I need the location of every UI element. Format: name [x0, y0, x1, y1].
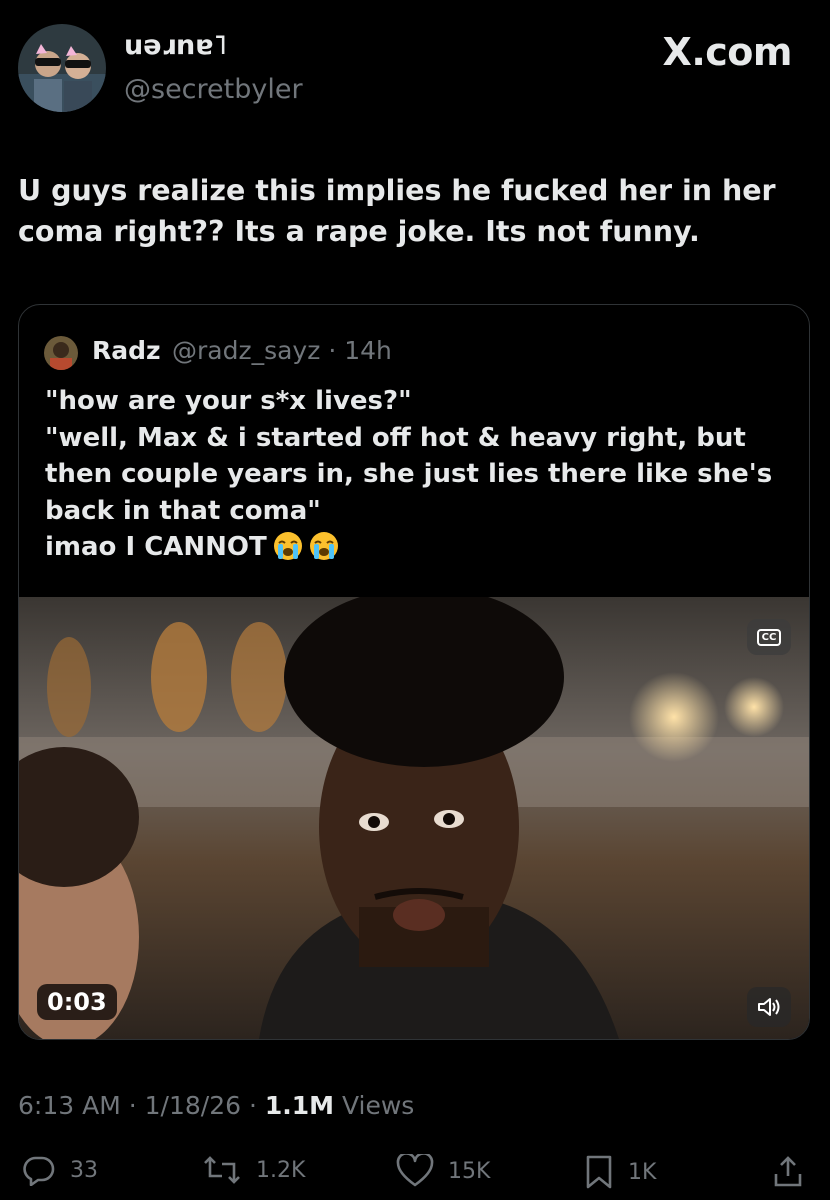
views-count: 1.1M — [264, 1091, 335, 1120]
separator-dot: · — [248, 1091, 257, 1120]
quote-text: "how are your s*x lives?" "well, Max & i… — [45, 383, 795, 566]
quote-author-name[interactable]: Radz — [92, 336, 161, 365]
tweet-date[interactable]: 1/18/26 — [145, 1091, 241, 1120]
volume-icon — [758, 998, 780, 1016]
separator-dot: · — [328, 336, 337, 365]
quote-timestamp[interactable]: 14h — [344, 336, 392, 365]
share-button[interactable] — [772, 1154, 804, 1188]
separator-dot: · — [128, 1091, 137, 1120]
tweet-text: U guys realize this implies he fucked he… — [18, 174, 776, 248]
display-name[interactable]: uǝɹnɐ˥ — [124, 30, 227, 61]
quote-text-body: "how are your s*x lives?" "well, Max & i… — [45, 386, 773, 562]
bookmark-button[interactable]: 1K — [584, 1154, 656, 1190]
quote-author-handle[interactable]: @radz_sayz — [172, 336, 320, 365]
tweet-time[interactable]: 6:13 AM — [18, 1091, 121, 1120]
views-label: Views — [341, 1091, 415, 1120]
captions-button[interactable]: CC — [747, 619, 791, 655]
repost-button[interactable]: 1.2K — [202, 1154, 305, 1186]
video-timer: 0:03 — [37, 984, 117, 1020]
site-brand: X.com — [662, 30, 793, 74]
quote-profile-photo-icon — [44, 336, 78, 370]
bookmark-icon — [586, 1155, 612, 1189]
like-button[interactable]: 15K — [396, 1154, 490, 1188]
loudly-crying-face-icon — [273, 532, 302, 560]
video-player[interactable]: CC 0:03 — [19, 597, 809, 1039]
quote-avatar[interactable] — [44, 336, 78, 370]
user-handle[interactable]: @secretbyler — [124, 74, 303, 105]
bookmark-count: 1K — [628, 1159, 657, 1185]
like-count: 15K — [448, 1158, 491, 1184]
captions-label: CC — [756, 628, 782, 646]
quote-author-handle-line: @radz_sayz · 14h — [172, 336, 392, 365]
loudly-crying-face-icon — [309, 532, 338, 560]
profile-photo-icon — [18, 24, 106, 112]
reply-button[interactable]: 33 — [22, 1154, 98, 1186]
heart-icon — [396, 1154, 434, 1187]
reply-count: 33 — [70, 1157, 98, 1183]
avatar[interactable] — [18, 24, 106, 112]
video-frame — [19, 597, 809, 1039]
mute-button[interactable] — [747, 987, 791, 1027]
quoted-tweet-card[interactable]: Radz @radz_sayz · 14h "how are your s*x … — [18, 304, 810, 1040]
reply-icon — [23, 1156, 55, 1186]
repost-count: 1.2K — [256, 1157, 306, 1183]
share-icon — [774, 1156, 802, 1187]
repost-icon — [204, 1156, 240, 1184]
tweet-meta: 6:13 AM · 1/18/26 · 1.1M Views — [18, 1091, 414, 1120]
